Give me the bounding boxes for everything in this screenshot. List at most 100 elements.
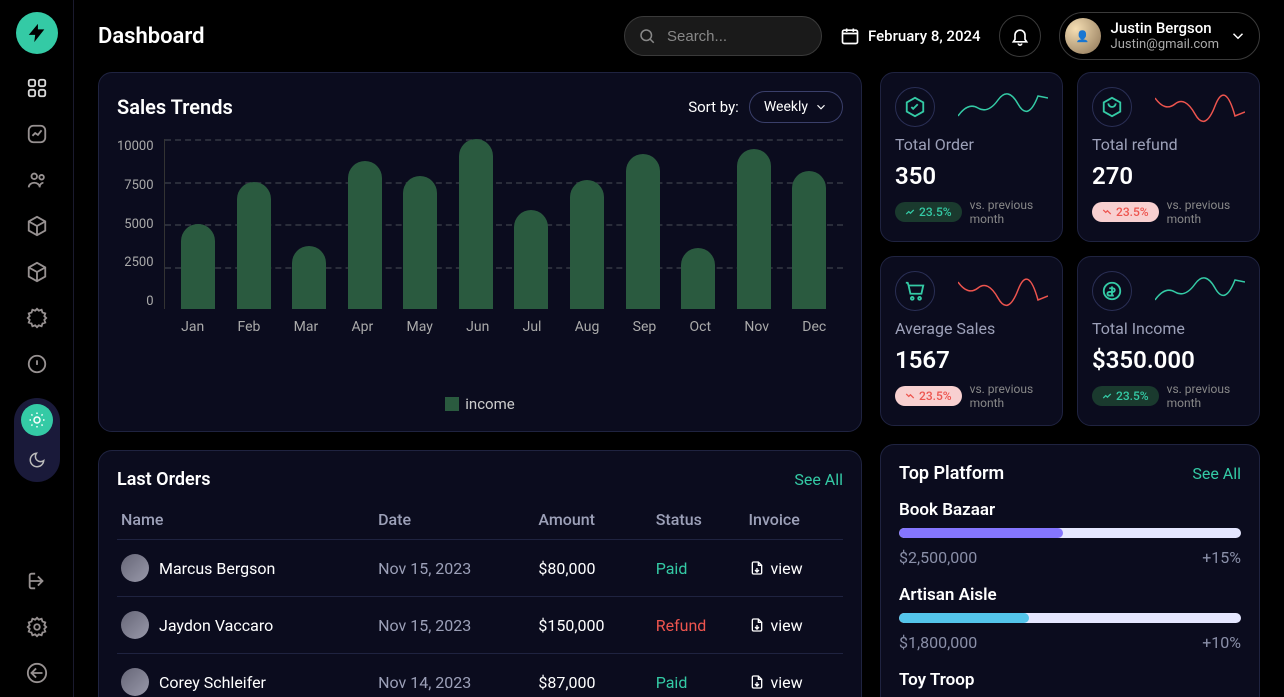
- kpi-label: Total Order: [895, 135, 1048, 154]
- kpi-vs: vs. previous month: [970, 382, 1048, 411]
- nav-settings-icon[interactable]: [25, 615, 49, 639]
- document-icon: [749, 674, 765, 690]
- chart-bar[interactable]: [292, 246, 326, 309]
- kpi-vs: vs. previous month: [1167, 382, 1245, 411]
- last-orders-title: Last Orders: [117, 469, 210, 490]
- notifications-button[interactable]: [999, 15, 1041, 57]
- nav-box2-icon[interactable]: [25, 260, 49, 284]
- chart-bar[interactable]: [737, 149, 771, 309]
- nav-discount-icon[interactable]: [25, 306, 49, 330]
- nav-users-icon[interactable]: [25, 168, 49, 192]
- last-orders-card: Last Orders See All Name Date Amount Sta…: [98, 450, 862, 697]
- table-row: Corey Schleifer Nov 14, 2023 $87,000 Pai…: [117, 654, 843, 697]
- box-tick-icon: [895, 87, 935, 127]
- order-date: Nov 14, 2023: [374, 654, 534, 697]
- platform-amount: $2,500,000: [899, 548, 977, 567]
- col-amount: Amount: [534, 500, 651, 540]
- view-invoice-button[interactable]: view: [749, 673, 839, 692]
- chart-x-axis: JanFebMarAprMayJunJulAugSepOctNovDec: [165, 319, 843, 335]
- table-row: Marcus Bergson Nov 15, 2023 $80,000 Paid…: [117, 540, 843, 597]
- coin-icon: [1092, 271, 1132, 311]
- profile-name: Justin Bergson: [1111, 19, 1219, 37]
- chart-bar[interactable]: [514, 210, 548, 309]
- kpi-card: Total refund 270 23.5%vs. previous month: [1077, 72, 1260, 242]
- box-rotate-icon: [1092, 87, 1132, 127]
- top-platform-title: Top Platform: [899, 463, 1004, 484]
- order-name: Corey Schleifer: [159, 673, 266, 692]
- order-name: Jaydon Vaccaro: [159, 616, 273, 635]
- chevron-down-icon: [1229, 27, 1247, 45]
- theme-light-button[interactable]: [21, 404, 53, 436]
- chart-bar[interactable]: [570, 180, 604, 309]
- kpi-value: $350.000: [1092, 346, 1245, 374]
- bell-icon: [1010, 26, 1030, 46]
- kpi-label: Average Sales: [895, 319, 1048, 338]
- chevron-down-icon: [814, 100, 828, 114]
- chart-bar[interactable]: [459, 139, 493, 309]
- avatar: [121, 668, 149, 696]
- kpi-value: 350: [895, 162, 1048, 190]
- chart-bar[interactable]: [348, 161, 382, 309]
- theme-toggle: [14, 398, 60, 482]
- sort-select[interactable]: Weekly: [749, 91, 843, 123]
- nav-logout-icon[interactable]: [25, 661, 49, 685]
- view-invoice-button[interactable]: view: [749, 616, 839, 635]
- nav-trend-icon[interactable]: [25, 122, 49, 146]
- sales-trends-title: Sales Trends: [117, 95, 233, 119]
- platform-see-all-link[interactable]: See All: [1192, 464, 1241, 483]
- order-status: Refund: [652, 597, 745, 654]
- cart-icon: [895, 271, 935, 311]
- order-status: Paid: [652, 654, 745, 697]
- chart-bar[interactable]: [792, 171, 826, 309]
- order-date: Nov 15, 2023: [374, 540, 534, 597]
- avatar: 👤: [1065, 18, 1101, 54]
- order-amount: $80,000: [534, 540, 651, 597]
- progress-bar: [899, 613, 1241, 623]
- platform-change: +10%: [1202, 633, 1241, 652]
- platform-item: Artisan Aisle $1,800,000+10%: [899, 585, 1241, 652]
- kpi-vs: vs. previous month: [1167, 198, 1245, 227]
- avatar: [121, 611, 149, 639]
- kpi-badge: 23.5%: [895, 202, 962, 222]
- col-name: Name: [117, 500, 374, 540]
- chart-bar[interactable]: [237, 182, 271, 310]
- orders-table: Name Date Amount Status Invoice Marcus B…: [117, 500, 843, 697]
- orders-see-all-link[interactable]: See All: [794, 470, 843, 489]
- platform-amount: $1,800,000: [899, 633, 977, 652]
- nav-info-icon[interactable]: [25, 352, 49, 376]
- order-date: Nov 15, 2023: [374, 597, 534, 654]
- kpi-label: Total refund: [1092, 135, 1245, 154]
- kpi-badge: 23.5%: [1092, 386, 1159, 406]
- chart-bar[interactable]: [403, 176, 437, 309]
- chart-bar[interactable]: [181, 224, 215, 309]
- profile-menu[interactable]: 👤 Justin Bergson Justin@gmail.com: [1059, 12, 1260, 60]
- order-status: Paid: [652, 540, 745, 597]
- top-platform-card: Top Platform See All Book Bazaar $2,500,…: [880, 444, 1260, 697]
- platform-change: +15%: [1202, 548, 1241, 567]
- topbar: Dashboard February 8, 2024 👤 Justin Berg…: [74, 0, 1284, 72]
- document-icon: [749, 560, 765, 576]
- nav-dashboard-icon[interactable]: [25, 76, 49, 100]
- nav-box-icon[interactable]: [25, 214, 49, 238]
- page-title: Dashboard: [98, 24, 204, 49]
- chart-plot: JanFebMarAprMayJunJulAugSepOctNovDec: [164, 139, 843, 309]
- chart-bar[interactable]: [626, 154, 660, 309]
- theme-dark-button[interactable]: [21, 444, 53, 476]
- sidebar: [0, 0, 74, 697]
- calendar-icon: [840, 26, 860, 46]
- nav-arrow-right-icon[interactable]: [25, 569, 49, 593]
- sort-label: Sort by:: [688, 98, 739, 116]
- chart-y-axis: 100007500500025000: [117, 139, 164, 309]
- platform-name: Book Bazaar: [899, 500, 1241, 520]
- chart-bar[interactable]: [681, 248, 715, 309]
- order-amount: $87,000: [534, 654, 651, 697]
- col-invoice: Invoice: [745, 500, 843, 540]
- col-date: Date: [374, 500, 534, 540]
- date-display[interactable]: February 8, 2024: [840, 26, 981, 46]
- platform-item: Toy Troop: [899, 670, 1241, 690]
- profile-email: Justin@gmail.com: [1111, 37, 1219, 53]
- order-amount: $150,000: [534, 597, 651, 654]
- kpi-value: 1567: [895, 346, 1048, 374]
- kpi-badge: 23.5%: [1092, 202, 1159, 222]
- view-invoice-button[interactable]: view: [749, 559, 839, 578]
